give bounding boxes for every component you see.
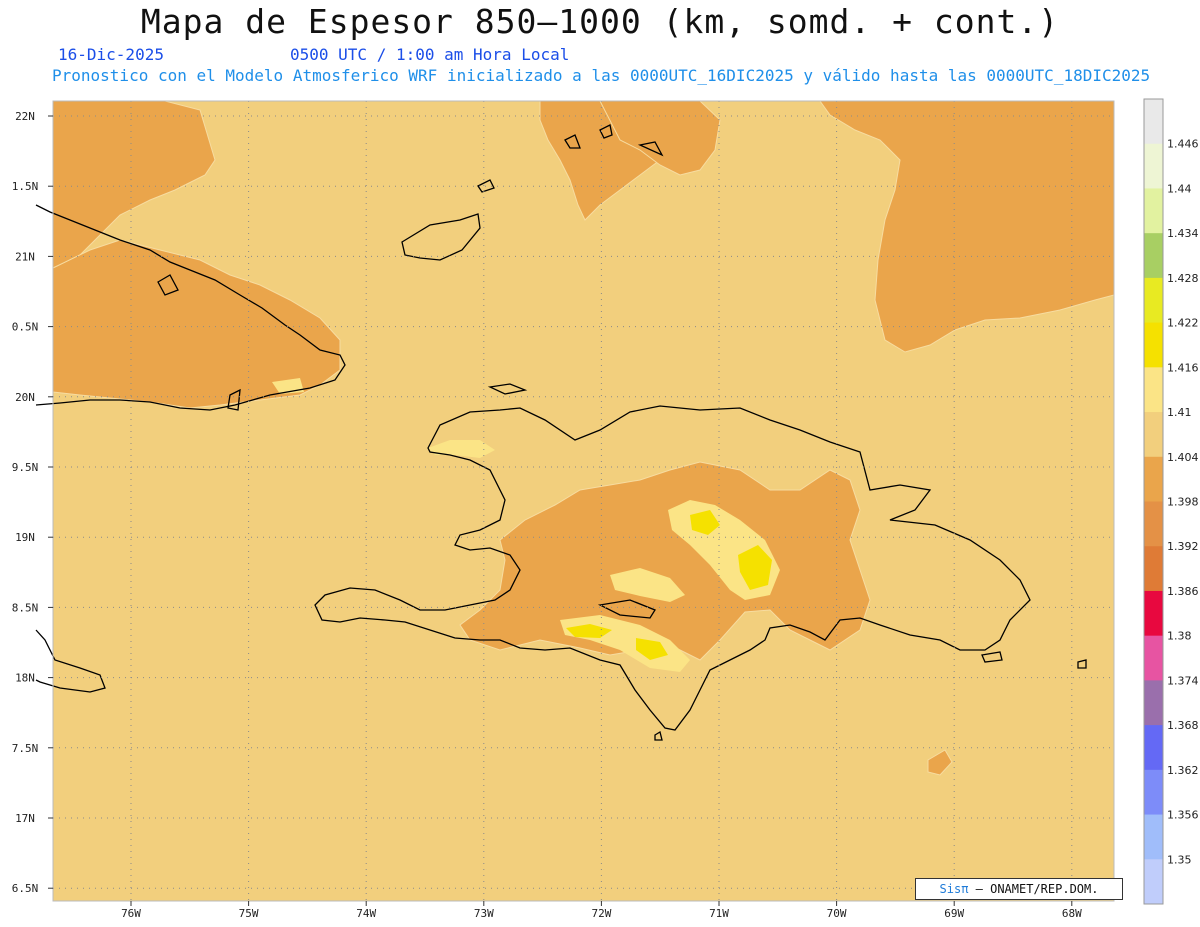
lon-label: 68W [1062,907,1082,920]
colorbar-segment [1144,456,1163,502]
lat-label: 9.5N [12,461,39,474]
lon-label: 76W [121,907,141,920]
colorbar-segment [1144,680,1163,726]
lat-label: 22N [15,110,35,123]
colorbar-segment [1144,590,1163,637]
colorbar-label: 1.392 [1167,540,1199,553]
colorbar-label: 1.41 [1167,406,1192,419]
colorbar-segment [1144,725,1163,771]
colorbar-segment [1144,277,1163,324]
lat-label: 17N [15,812,35,825]
lat-label: 21N [15,250,35,263]
colorbar-label: 1.356 [1167,809,1199,822]
lon-label: 73W [474,907,494,920]
colorbar-label: 1.368 [1167,719,1199,732]
lon-label: 74W [356,907,376,920]
lat-label: 18N [15,672,35,685]
lon-label: 75W [239,907,259,920]
colorbar-label: 1.422 [1167,317,1199,330]
longitude-labels: 76W 75W 74W 73W 72W 71W 70W 69W 68W [121,901,1082,920]
lat-label: 6.5N [12,882,39,895]
colorbar-segment [1144,322,1163,368]
lat-label: 0.5N [12,321,39,334]
colorbar-segment [1144,412,1163,458]
colorbar-label: 1.35 [1167,853,1192,866]
colorbar-label: 1.398 [1167,496,1199,509]
colorbar-segment [1144,188,1163,234]
colorbar-label: 1.416 [1167,361,1199,374]
lon-label: 70W [827,907,847,920]
colorbar-segment [1144,99,1163,145]
colorbar-segment [1144,233,1163,279]
lon-label: 72W [591,907,611,920]
colorbar-label: 1.386 [1167,585,1199,598]
colorbar-label: 1.374 [1167,674,1199,687]
colorbar-segment [1144,501,1163,547]
thickness-map: 22N 1.5N 21N 0.5N 20N 9.5N 19N 8.5N 18N 7.5N 17N 6.… [12,98,1199,920]
colorbar-segment [1144,769,1163,816]
lat-label: 20N [15,391,35,404]
colorbar-segment [1144,859,1163,905]
lat-label: 19N [15,531,35,544]
lon-label: 69W [944,907,964,920]
colorbar-segment [1144,367,1163,413]
colorbar-label: 1.362 [1167,764,1199,777]
colorbar-segment [1144,635,1163,681]
lat-label: 1.5N [12,180,39,193]
credit-text: – ONAMET/REP.DOM. [968,882,1099,896]
colorbar-label: 1.44 [1167,182,1192,195]
latitude-labels: 22N 1.5N 21N 0.5N 20N 9.5N 19N 8.5N 18N 7.5N 17N 6.… [12,110,53,895]
colorbar-label: 1.434 [1167,227,1199,240]
lat-label: 7.5N [12,742,39,755]
lon-label: 71W [709,907,729,920]
colorbar: 1.446 1.44 1.434 1.428 1.422 1.416 1.41 1.404 1.… [1143,98,1199,905]
colorbar-segment [1144,546,1163,592]
colorbar-segment [1144,814,1163,860]
colorbar-label: 1.428 [1167,272,1199,285]
colorbar-label: 1.38 [1167,630,1192,643]
colorbar-segment [1144,143,1163,189]
sispi-logo: Sisπ [939,882,969,896]
credit-box: Sisπ – ONAMET/REP.DOM. [915,878,1123,900]
colorbar-label: 1.404 [1167,451,1199,464]
colorbar-label: 1.446 [1167,138,1199,151]
lat-label: 8.5N [12,601,39,614]
